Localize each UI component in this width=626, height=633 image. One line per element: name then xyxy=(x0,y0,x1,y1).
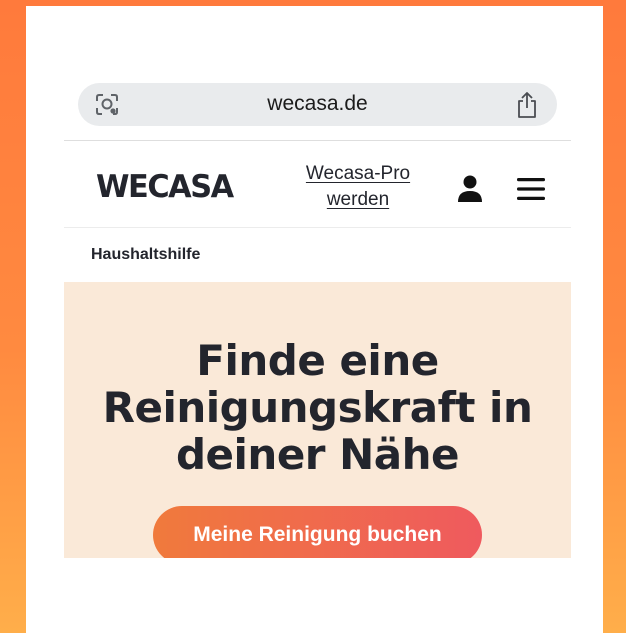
url-domain[interactable]: wecasa.de xyxy=(78,92,557,116)
hero-title: Finde eine Reinigungskraft in deiner Näh… xyxy=(102,336,533,479)
book-cleaning-button[interactable]: Meine Reinigung buchen xyxy=(153,506,482,558)
hero-section: Finde eine Reinigungskraft in deiner Näh… xyxy=(64,282,571,558)
divider xyxy=(64,227,571,228)
phone-screen: wecasa.de WECASA Wecasa-Pro werden Haush… xyxy=(26,6,603,633)
wecasa-logo[interactable]: WECASA xyxy=(96,169,234,205)
wecasa-pro-link[interactable]: Wecasa-Pro werden xyxy=(284,161,432,213)
breadcrumb[interactable]: Haushaltshilfe xyxy=(91,246,200,264)
user-icon[interactable] xyxy=(457,175,483,203)
site-header: WECASA Wecasa-Pro werden xyxy=(64,141,571,227)
share-icon[interactable] xyxy=(514,91,540,119)
menu-icon[interactable] xyxy=(516,177,546,201)
browser-address-bar[interactable]: wecasa.de xyxy=(78,83,557,126)
